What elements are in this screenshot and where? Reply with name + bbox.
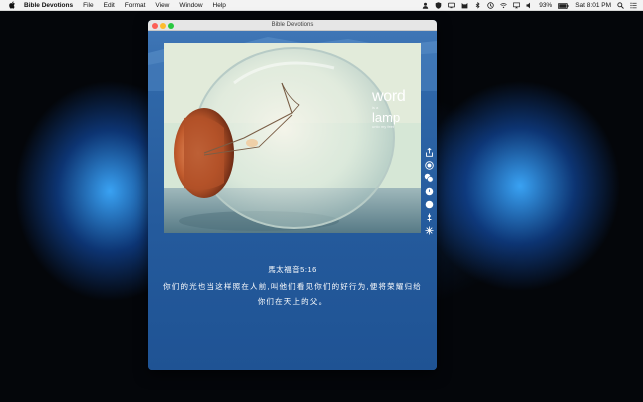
cat-icon[interactable] xyxy=(461,2,468,9)
shield-icon[interactable] xyxy=(435,2,442,9)
menu-view[interactable]: View xyxy=(155,2,169,9)
user-icon[interactable] xyxy=(422,2,429,9)
volume-icon[interactable] xyxy=(526,2,533,9)
caption-small-1: is a xyxy=(372,105,379,110)
caption-word: word xyxy=(372,88,406,105)
devotion-content: word is a lamp unto my feet 馬太福音5:16 你们的… xyxy=(148,31,437,370)
menu-edit[interactable]: Edit xyxy=(104,2,115,9)
verse-reference: 馬太福音5:16 xyxy=(268,265,317,274)
overlap-icon[interactable] xyxy=(424,173,434,183)
image-caption: word is a lamp unto my feet xyxy=(372,88,406,130)
status-area: 93% Sat 8:01 PM xyxy=(422,0,637,11)
brightness-icon[interactable] xyxy=(424,212,434,222)
circle-icon[interactable] xyxy=(424,186,434,196)
caption-small-2: unto my feet xyxy=(372,124,395,129)
window-title: Bible Devotions xyxy=(271,22,314,28)
share-icon[interactable] xyxy=(424,147,434,157)
clock-icon[interactable] xyxy=(487,2,494,9)
side-toolbar xyxy=(423,147,435,241)
app-window: Bible Devotions word is a lamp unto my f… xyxy=(148,20,437,370)
menu-window[interactable]: Window xyxy=(179,2,202,9)
record-icon[interactable] xyxy=(424,160,434,170)
devotion-image: word is a lamp unto my feet xyxy=(164,43,421,233)
dot-icon[interactable] xyxy=(424,199,434,209)
menu-app-name[interactable]: Bible Devotions xyxy=(24,2,73,9)
window-titlebar[interactable]: Bible Devotions xyxy=(148,20,437,31)
verse-text: 你们的光也当这样照在人前,叫他们看见你们的好行为,便将荣耀归给你们在天上的父。 xyxy=(163,282,422,306)
sparkle-icon[interactable] xyxy=(424,225,434,235)
menubar-clock[interactable]: Sat 8:01 PM xyxy=(575,2,611,9)
bluetooth-icon[interactable] xyxy=(474,2,481,9)
menu-bar: Bible Devotions File Edit Format View Wi… xyxy=(0,0,643,11)
battery-percent: 93% xyxy=(539,2,553,9)
notification-center-icon[interactable] xyxy=(630,2,637,9)
menu-help[interactable]: Help xyxy=(213,2,226,9)
battery-icon[interactable] xyxy=(558,2,569,9)
menu-format[interactable]: Format xyxy=(125,2,146,9)
caption-lamp: lamp xyxy=(372,110,401,125)
wifi-icon[interactable] xyxy=(500,2,508,9)
apple-icon[interactable] xyxy=(8,1,17,9)
search-icon[interactable] xyxy=(617,2,624,9)
menu-file[interactable]: File xyxy=(83,2,93,9)
airplay-icon[interactable] xyxy=(513,2,521,9)
display-icon[interactable] xyxy=(448,2,456,9)
